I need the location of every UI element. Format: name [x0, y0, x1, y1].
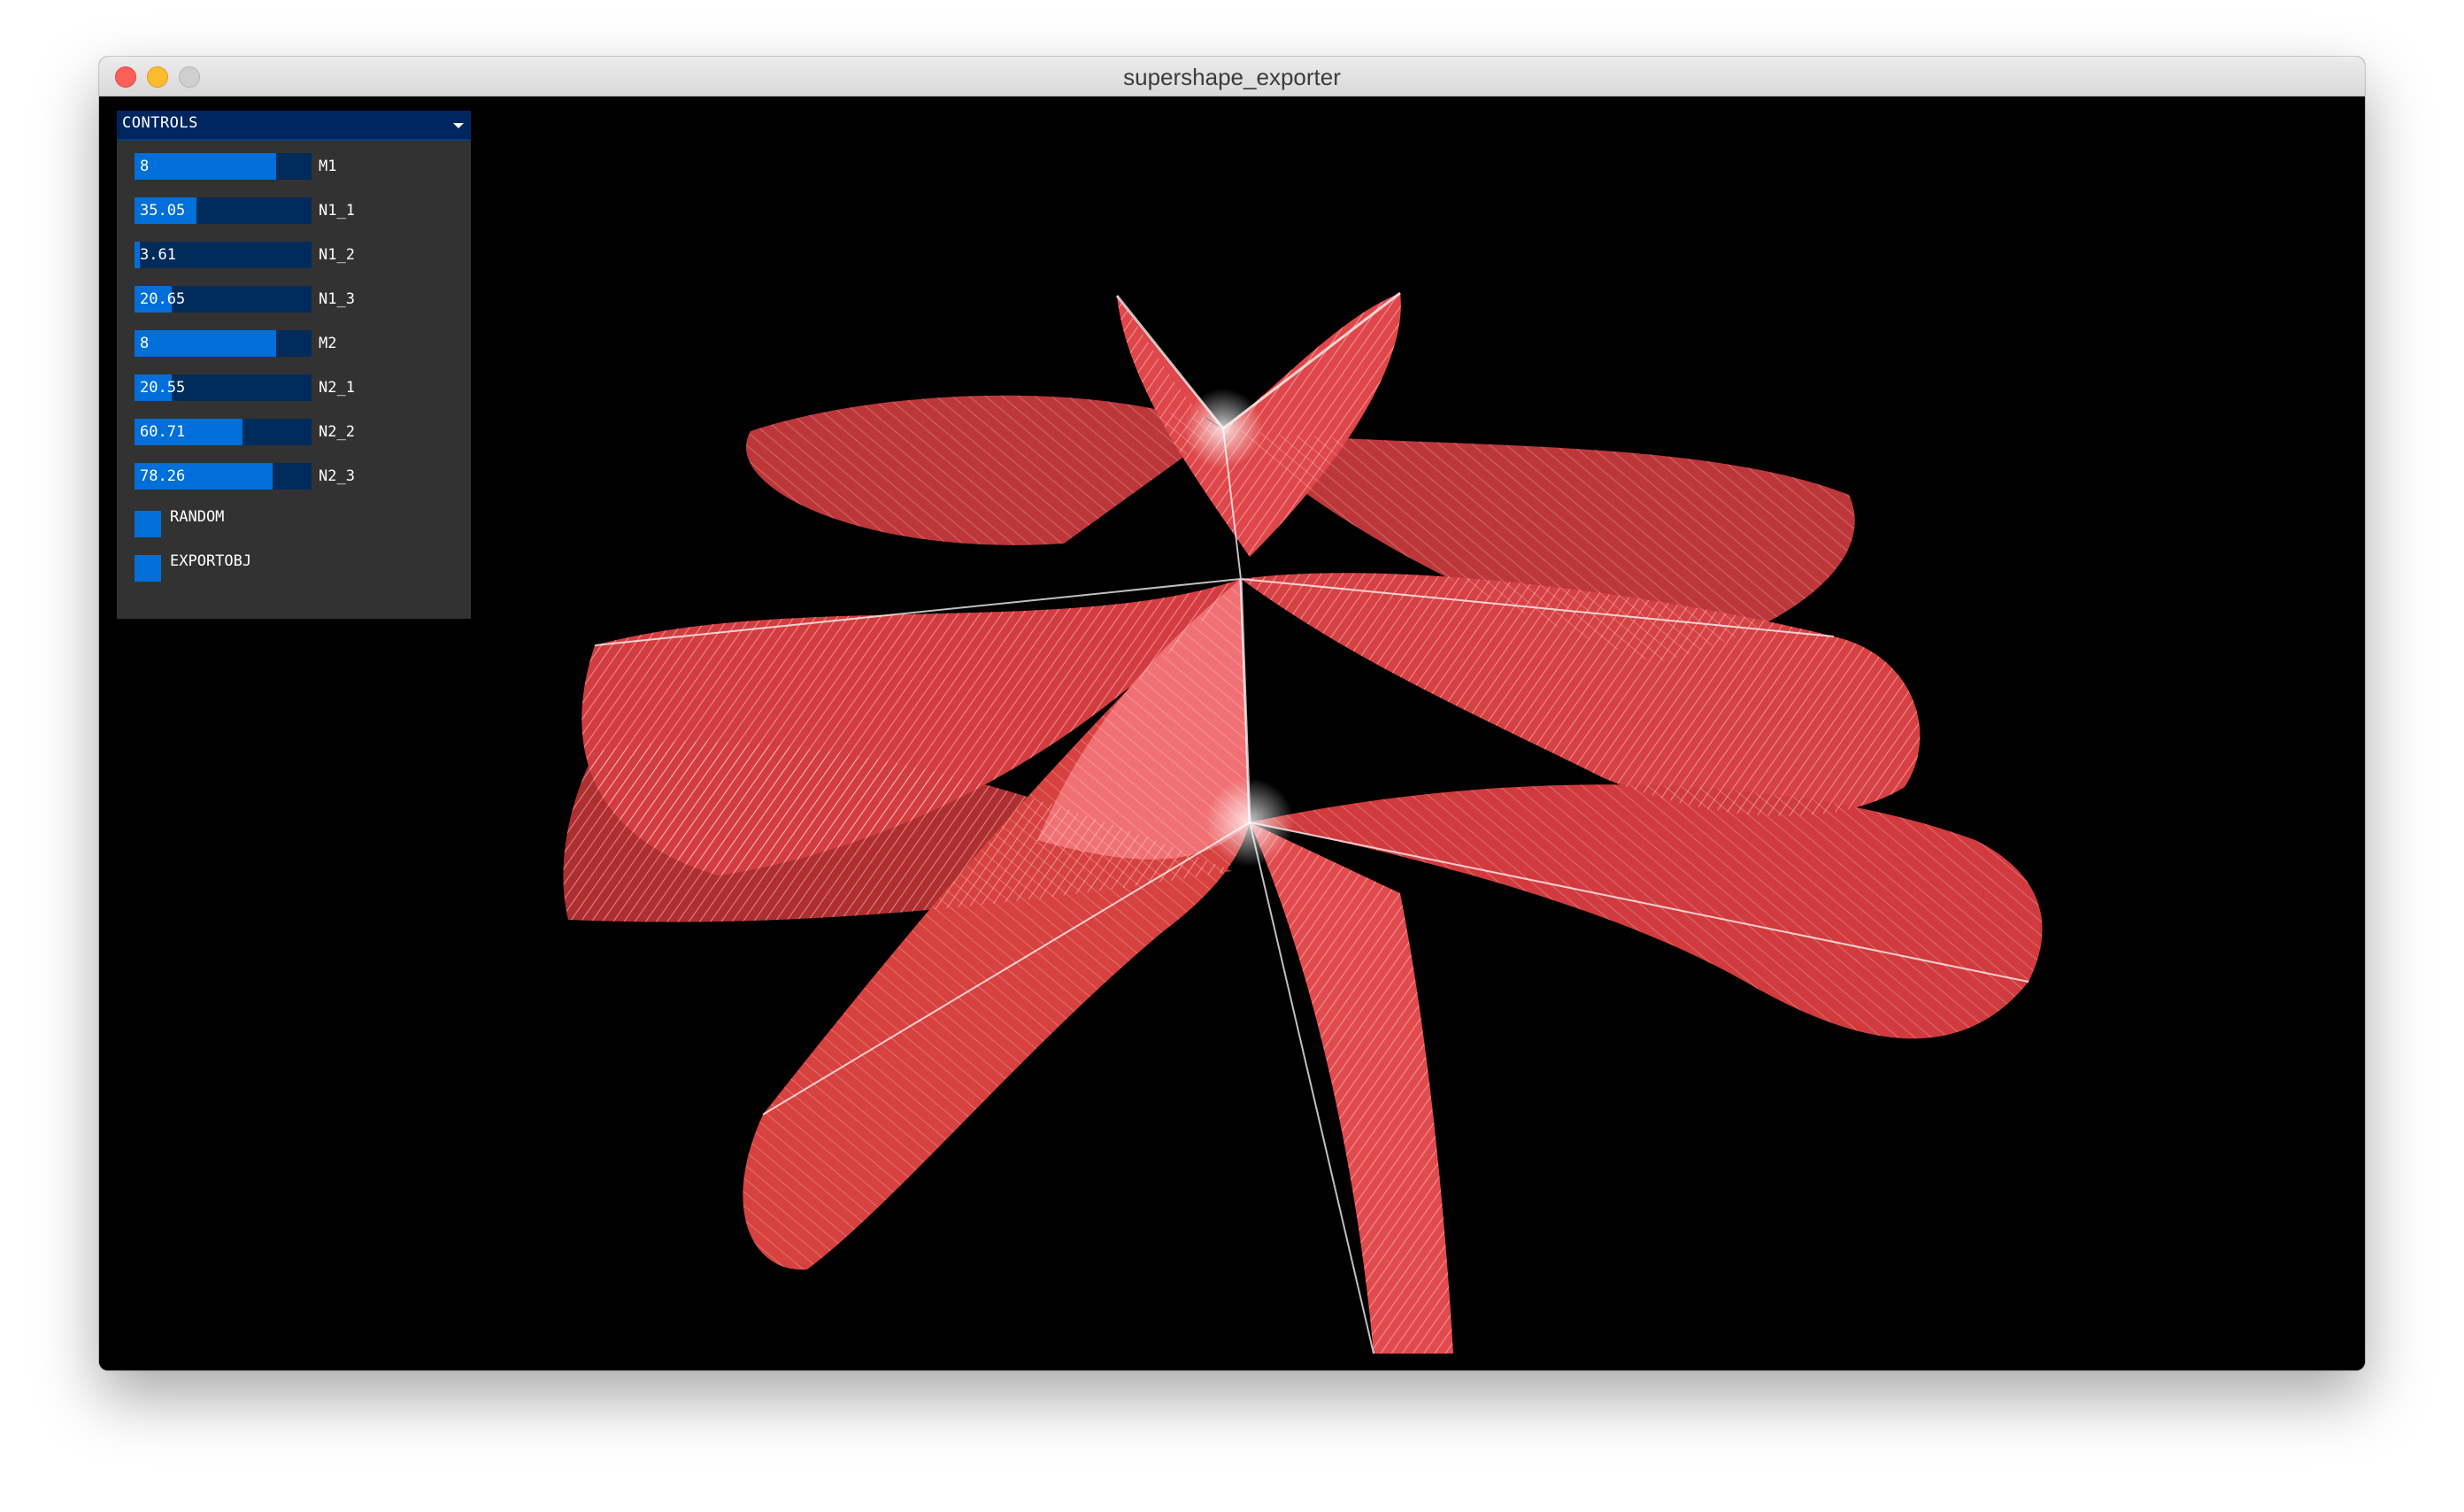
- slider-fill: [135, 153, 276, 180]
- slider-label: M2: [319, 335, 337, 352]
- slider-label: N1_1: [319, 202, 355, 220]
- slider-n1-2[interactable]: 3.61 N1_2: [135, 242, 355, 268]
- slider-label: N1_2: [319, 246, 355, 264]
- slider-n2-2[interactable]: 60.71 N2_2: [135, 419, 355, 445]
- shape-wireframe: [563, 293, 2043, 1354]
- controls-panel: CONTROLS 8 M1 35.05 N1_1 3.61 N1_2 20.65…: [117, 111, 471, 619]
- collapse-arrow-icon[interactable]: [453, 123, 464, 128]
- slider-value: 35.05: [140, 202, 186, 220]
- slider-m1[interactable]: 8 M1: [135, 153, 336, 180]
- random-toggle-label: RANDOM: [170, 508, 225, 526]
- controls-header[interactable]: CONTROLS: [117, 111, 471, 141]
- app-window: supershape_exporter CONTROLS 8 M1 35.05 …: [99, 57, 2365, 1370]
- exportobj-toggle-label: EXPORTOBJ: [170, 552, 252, 570]
- slider-label: N2_1: [319, 379, 355, 397]
- slider-value: 78.26: [140, 467, 186, 485]
- slider-label: N1_3: [319, 290, 355, 308]
- slider-m2[interactable]: 8 M2: [135, 330, 336, 357]
- slider-value: 8: [140, 158, 150, 175]
- slider-value: 60.71: [140, 423, 186, 441]
- exportobj-toggle-box[interactable]: [135, 555, 161, 582]
- window-title: supershape_exporter: [1123, 64, 1341, 90]
- slider-label: N2_2: [319, 423, 355, 441]
- random-toggle-box[interactable]: [135, 511, 161, 537]
- render-canvas[interactable]: CONTROLS 8 M1 35.05 N1_1 3.61 N1_2 20.65…: [99, 96, 2365, 1370]
- controls-title: CONTROLS: [122, 114, 198, 132]
- slider-label: M1: [319, 158, 337, 175]
- slider-value: 3.61: [140, 246, 176, 264]
- slider-n1-3[interactable]: 20.65 N1_3: [135, 286, 355, 312]
- slider-label: N2_3: [319, 467, 355, 485]
- slider-n2-1[interactable]: 20.55 N2_1: [135, 374, 355, 401]
- slider-fill: [135, 330, 276, 357]
- slider-n1-1[interactable]: 35.05 N1_1: [135, 197, 355, 224]
- title-bar: supershape_exporter: [99, 57, 2365, 96]
- slider-value: 8: [140, 335, 150, 352]
- slider-value: 20.55: [140, 379, 186, 397]
- slider-n2-3[interactable]: 78.26 N2_3: [135, 463, 355, 490]
- top-vertex-glow: [1183, 389, 1263, 468]
- slider-value: 20.65: [140, 290, 186, 308]
- bottom-vertex-glow: [1205, 778, 1294, 867]
